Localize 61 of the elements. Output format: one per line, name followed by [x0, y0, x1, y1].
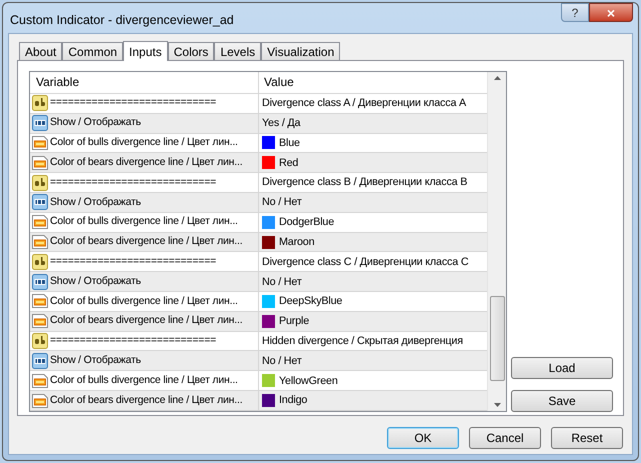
text-type-icon: [32, 254, 48, 270]
table-cell-text: Show / Отображать: [50, 353, 141, 368]
table-cell-text: Color of bulls divergence line / Цвет лин...: [50, 214, 238, 230]
text-type-icon: [32, 95, 48, 112]
text-type-icon: [32, 333, 48, 350]
table-cell-text: Show / Отображать: [50, 115, 141, 130]
table-cell-text: Show / Отображать: [50, 274, 141, 289]
color-type-icon: [32, 154, 48, 171]
table-cell-text: ============================: [50, 174, 216, 190]
table-cell[interactable]: No / Нет: [262, 194, 302, 210]
table-cell-text: Color of bulls divergence line / Цвет лин...: [50, 372, 238, 388]
window-title: Custom Indicator - divergenceviewer_ad: [10, 12, 234, 29]
table-cell-text: Color of bears divergence line / Цвет лин...: [50, 154, 242, 170]
color-type-icon: [32, 392, 48, 409]
table-cell[interactable]: DeepSkyBlue: [279, 293, 342, 310]
table-cell[interactable]: Divergence class C / Дивергенции класса C: [262, 254, 468, 270]
up-arrow-icon[interactable]: [494, 76, 501, 80]
color-type-icon: [32, 313, 48, 330]
table-cell-text: Color of bulls divergence line / Цвет лин...: [50, 294, 238, 309]
table-cell-text: Show / Отображать: [50, 194, 141, 210]
table-cell-text: Color of bears divergence line / Цвет лин...: [50, 234, 242, 250]
table-cell-text: Color of bulls divergence line / Цвет лин...: [50, 135, 238, 150]
table-cell-text: Color of bears divergence line / Цвет лин...: [50, 313, 242, 328]
down-arrow-icon[interactable]: [494, 403, 501, 407]
side-button[interactable]: Load: [511, 357, 613, 379]
table-cell-text: ============================: [50, 333, 216, 348]
scrollbar-thumb[interactable]: [490, 296, 505, 381]
table-cell[interactable]: YellowGreen: [279, 372, 338, 389]
number-type-icon: [32, 274, 48, 290]
column-header[interactable]: Value: [259, 72, 488, 93]
table-cell[interactable]: No / Нет: [262, 352, 302, 369]
dialog-button[interactable]: Reset: [551, 427, 623, 449]
table-cell-text: Color of bears divergence line / Цвет лин...: [50, 392, 242, 408]
column-header[interactable]: Variable: [30, 72, 259, 93]
tab[interactable]: About: [19, 42, 62, 60]
table-cell[interactable]: Hidden divergence / Скрытая дивергенция: [262, 332, 463, 350]
table-cell[interactable]: DodgerBlue: [279, 214, 334, 230]
table-cell[interactable]: Blue: [279, 134, 300, 152]
table-cell[interactable]: Divergence class B / Дивергенции класса B: [262, 174, 468, 191]
table-cell[interactable]: Purple: [279, 313, 310, 330]
table-cell-text: ============================: [50, 254, 216, 269]
number-type-icon: [32, 352, 48, 369]
help-button[interactable]: ?: [561, 3, 589, 22]
table-cell[interactable]: Maroon: [279, 234, 314, 250]
tab[interactable]: Levels: [214, 42, 262, 60]
table-cell-text: ============================: [50, 95, 216, 110]
table-cell[interactable]: Red: [279, 154, 298, 171]
text-type-icon: [32, 174, 48, 191]
dialog-button[interactable]: OK: [387, 427, 459, 449]
table-cell[interactable]: Yes / Да: [262, 115, 300, 132]
color-type-icon: [32, 234, 48, 250]
tab[interactable]: Inputs: [123, 41, 168, 61]
scrollbar[interactable]: [487, 72, 506, 411]
tab[interactable]: Colors: [168, 42, 214, 60]
tab[interactable]: Common: [62, 42, 124, 60]
table-cell[interactable]: Divergence class A / Дивергенции класса A: [262, 95, 466, 112]
dialog-button[interactable]: Cancel: [469, 427, 541, 449]
table-cell[interactable]: Indigo: [279, 392, 308, 409]
side-button[interactable]: Save: [511, 390, 613, 412]
table-cell[interactable]: No / Нет: [262, 274, 302, 290]
tab[interactable]: Visualization: [261, 42, 340, 60]
